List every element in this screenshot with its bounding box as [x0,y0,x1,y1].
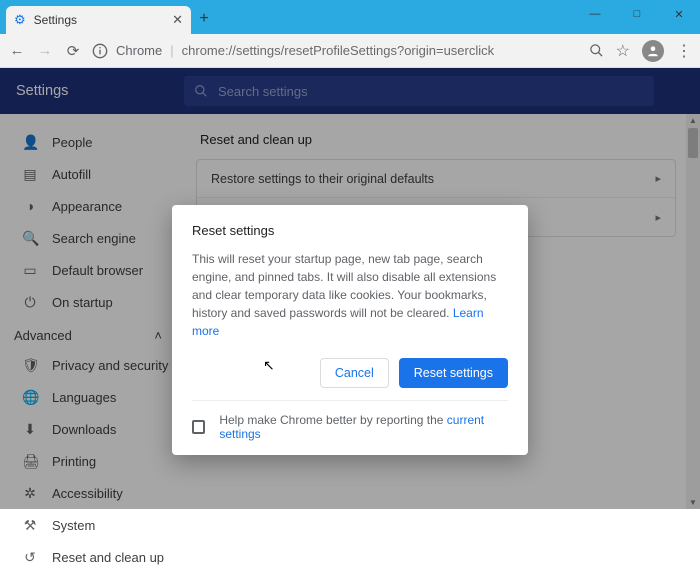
bookmark-star-icon[interactable]: ☆ [616,41,630,61]
sidebar-item-reset[interactable]: ↺ Reset and clean up [0,541,184,573]
reset-settings-dialog: Reset settings This will reset your star… [172,205,528,455]
dialog-body-text: This will reset your startup page, new t… [192,252,496,320]
back-button[interactable]: ← [8,42,26,59]
profile-avatar[interactable] [642,40,664,62]
reset-icon: ↺ [22,549,38,566]
gear-icon: ⚙ [14,12,26,28]
window-titlebar: ⚙ Settings ✕ + — □ ✕ [0,0,700,34]
dialog-title: Reset settings [192,223,508,238]
toolbar: ← → ⟳ Chrome | chrome://settings/resetPr… [0,34,700,68]
dialog-body: This will reset your startup page, new t… [192,250,508,340]
tab-close-icon[interactable]: ✕ [172,12,183,28]
system-icon: ⚒ [22,517,38,534]
cancel-button[interactable]: Cancel [320,358,389,388]
window-close-button[interactable]: ✕ [658,0,700,28]
site-info-icon[interactable] [92,43,108,59]
window-controls: — □ ✕ [574,0,700,28]
address-bar[interactable]: Chrome | chrome://settings/resetProfileS… [92,38,579,64]
dialog-footer: Help make Chrome better by reporting the… [192,400,508,441]
search-omnibox-icon[interactable] [589,43,604,58]
browser-tab[interactable]: ⚙ Settings ✕ [6,6,191,34]
forward-button[interactable]: → [36,42,54,59]
separator: | [170,43,173,58]
tab-title: Settings [34,13,77,27]
report-checkbox[interactable] [192,420,205,434]
sidebar-item-label: System [52,518,95,533]
menu-icon[interactable]: ⋮ [676,41,692,61]
sidebar-item-system[interactable]: ⚒ System [0,509,184,541]
dialog-actions: Cancel Reset settings [192,358,508,388]
footer-text-span: Help make Chrome better by reporting the [219,413,446,427]
minimize-button[interactable]: — [574,0,616,28]
secure-label: Chrome [116,43,162,58]
new-tab-button[interactable]: + [191,6,217,32]
sidebar-item-label: Reset and clean up [52,550,164,565]
reload-button[interactable]: ⟳ [64,42,82,60]
footer-text: Help make Chrome better by reporting the… [219,413,508,441]
url-text: chrome://settings/resetProfileSettings?o… [182,43,495,58]
reset-settings-button[interactable]: Reset settings [399,358,508,388]
maximize-button[interactable]: □ [616,0,658,28]
